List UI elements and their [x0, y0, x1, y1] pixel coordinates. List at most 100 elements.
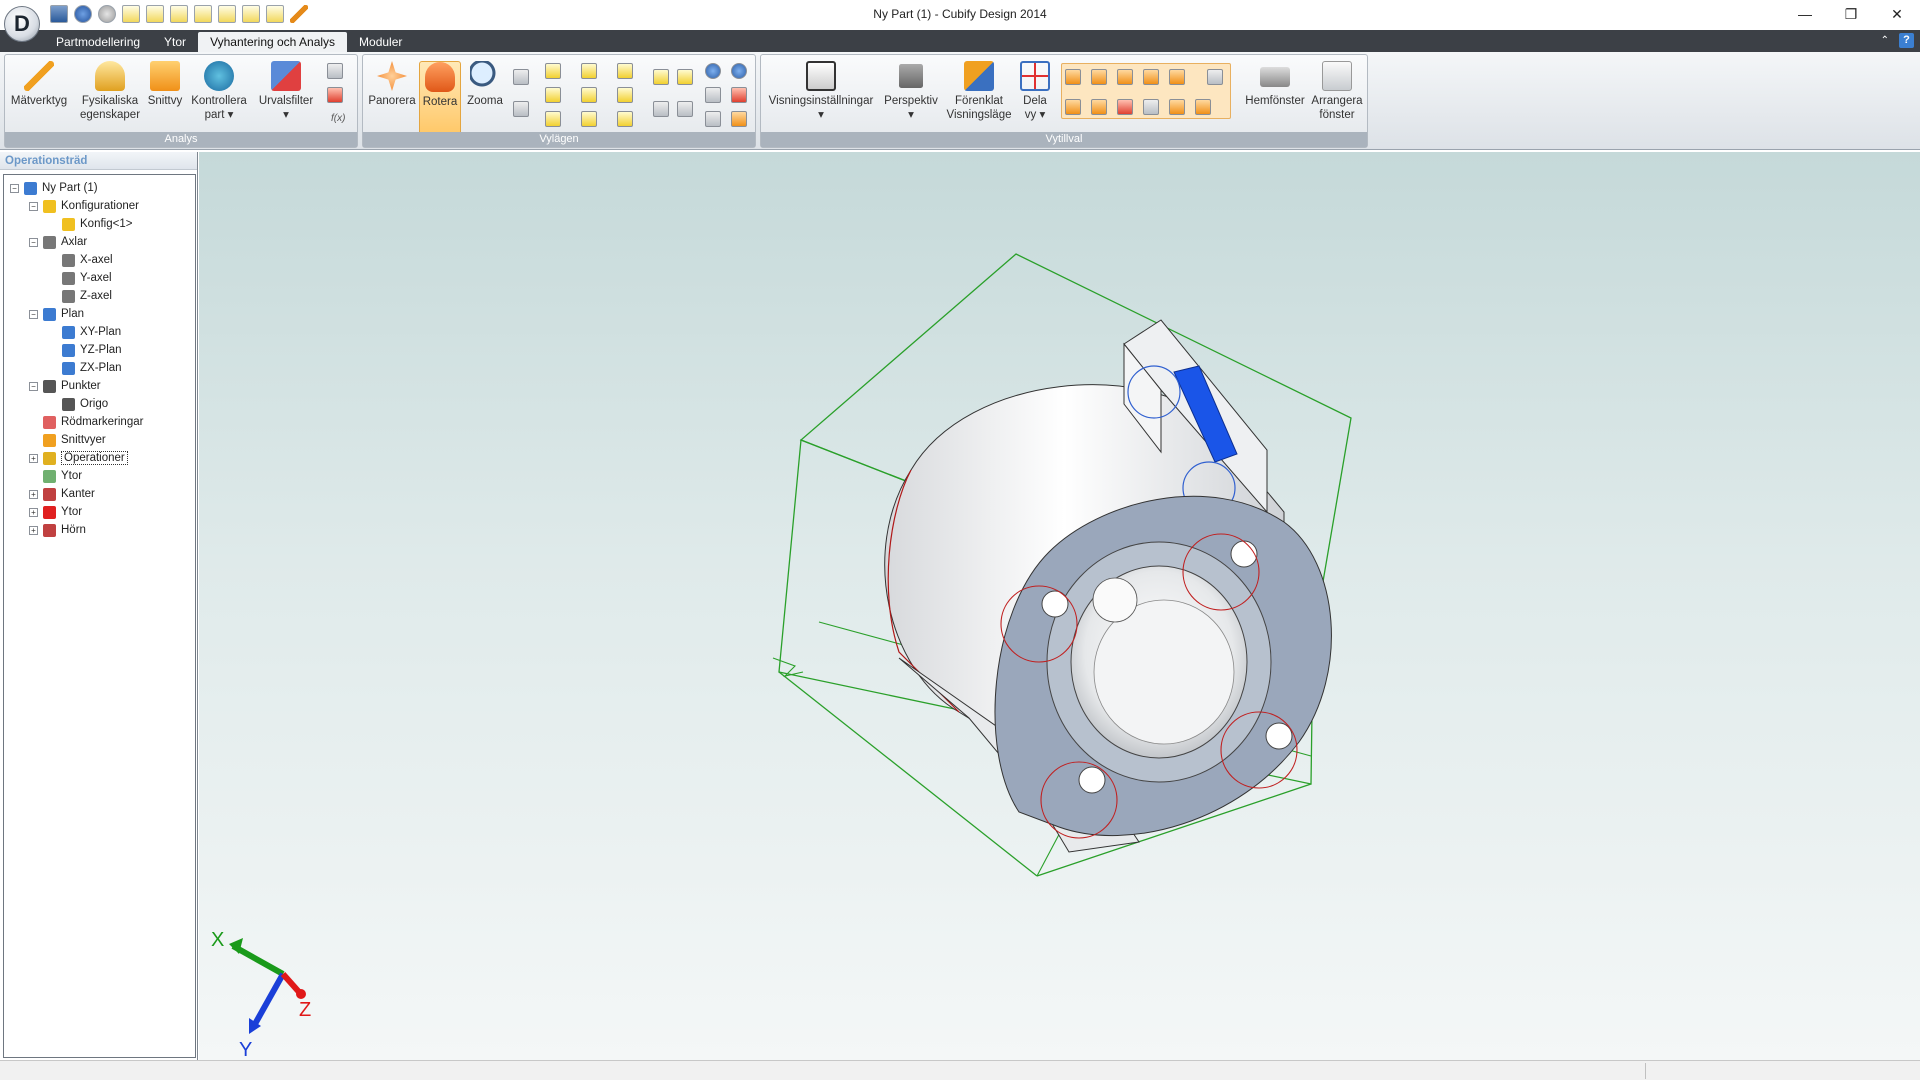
minimize-button[interactable]: — — [1782, 0, 1828, 28]
tree-expander-icon[interactable]: − — [29, 237, 38, 247]
tab-partmodellering[interactable]: Partmodellering — [44, 32, 152, 52]
tree-item[interactable]: YZ-Plan — [48, 341, 122, 359]
perspektiv-button[interactable]: Perspektiv ▾ — [881, 61, 941, 122]
fx-label[interactable]: f(x) — [331, 113, 345, 124]
dela-vy-button[interactable]: Dela vy ▾ — [1017, 61, 1053, 122]
tree-item[interactable]: Origo — [48, 395, 108, 413]
toggle-10-icon[interactable] — [1143, 99, 1159, 115]
hemfonster-button[interactable]: Hemfönster — [1241, 61, 1309, 108]
arrangera-fonster-button[interactable]: Arrangera fönster — [1309, 61, 1365, 122]
part-body[interactable] — [884, 319, 1332, 853]
toggle-9-icon[interactable] — [1117, 99, 1133, 115]
view-iso2-small-icon[interactable] — [581, 111, 597, 127]
matverktyg-button[interactable]: Mätverktyg — [9, 61, 69, 108]
copy-small-icon[interactable] — [327, 63, 343, 79]
tree-expander-icon[interactable]: − — [29, 309, 38, 319]
tree-item[interactable]: − Konfigurationer — [29, 197, 139, 215]
toggle-12-icon[interactable] — [1195, 99, 1211, 115]
app-logo-button[interactable]: D — [4, 6, 40, 42]
panorera-button[interactable]: Panorera — [367, 61, 417, 108]
tree-expander-icon[interactable]: + — [29, 507, 38, 517]
look-at-icon[interactable] — [705, 63, 721, 79]
tree-item[interactable]: − Ny Part (1) — [10, 179, 98, 197]
forenklat-visningslage-button[interactable]: Förenklat Visningsläge — [943, 61, 1015, 122]
zoom-window-icon[interactable] — [513, 69, 529, 85]
tree-expander-icon[interactable]: + — [29, 525, 38, 535]
tab-moduler[interactable]: Moduler — [347, 32, 414, 52]
toggle-6-icon[interactable] — [1207, 69, 1223, 85]
delete-view-icon[interactable] — [731, 87, 747, 103]
zooma-button[interactable]: Zooma — [463, 61, 507, 108]
view-left-small-icon[interactable] — [617, 63, 633, 79]
tree-item[interactable]: + Operationer — [29, 449, 128, 467]
tree-item[interactable]: − Axlar — [29, 233, 87, 251]
tree-item[interactable]: Rödmarkeringar — [29, 413, 143, 431]
light-icon[interactable] — [731, 111, 747, 127]
toggle-2-icon[interactable] — [1091, 69, 1107, 85]
tree-item[interactable]: ZX-Plan — [48, 359, 122, 377]
tree-expander-icon[interactable]: − — [29, 381, 38, 391]
tree-item[interactable]: Z-axel — [48, 287, 112, 305]
tab-vyhantering[interactable]: Vyhantering och Analys — [198, 32, 348, 52]
toggle-8-icon[interactable] — [1091, 99, 1107, 115]
collapse-ribbon-icon[interactable]: ⌃ — [1881, 35, 1889, 46]
tree-item[interactable]: + Kanter — [29, 485, 95, 503]
tree-item[interactable]: Snittvyer — [29, 431, 106, 449]
view-bottom-small-icon[interactable] — [617, 87, 633, 103]
split-view-icon — [1020, 61, 1050, 91]
zoom-icon — [470, 61, 500, 91]
tree-item[interactable]: + Hörn — [29, 521, 86, 539]
tree-expander-icon[interactable]: + — [29, 453, 38, 463]
tree-item-label: ZX-Plan — [80, 362, 122, 374]
tree-item-label: Operationer — [61, 451, 128, 465]
tree-item[interactable]: XY-Plan — [48, 323, 121, 341]
toggle-1-icon[interactable] — [1065, 69, 1081, 85]
toggle-7-icon[interactable] — [1065, 99, 1081, 115]
view-back-small-icon[interactable] — [581, 63, 597, 79]
zoom-fit-icon[interactable] — [513, 101, 529, 117]
rotera-button[interactable]: Rotera — [419, 61, 461, 137]
next-view-icon[interactable] — [677, 101, 693, 117]
tree-item[interactable]: + Ytor — [29, 503, 82, 521]
tree-item[interactable]: − Punkter — [29, 377, 101, 395]
restore-button[interactable]: ❐ — [1828, 0, 1874, 28]
close-button[interactable]: ✕ — [1874, 0, 1920, 28]
tree-item[interactable]: X-axel — [48, 251, 113, 269]
group-vylagen-label: Vylägen — [363, 132, 755, 147]
tree-item[interactable]: Ytor — [29, 467, 82, 485]
urvalsfilter-button[interactable]: Urvalsfilter ▾ — [253, 61, 319, 122]
view-front-small-icon[interactable] — [545, 63, 561, 79]
help-icon[interactable]: ? — [1899, 33, 1914, 48]
visningsinstallningar-button[interactable]: Visningsinställningar ▾ — [765, 61, 877, 122]
view-iso3-small-icon[interactable] — [617, 111, 633, 127]
triad-z-label: Z — [299, 999, 311, 1021]
toggle-3-icon[interactable] — [1117, 69, 1133, 85]
orient-left-icon[interactable] — [653, 69, 669, 85]
ruler-icon — [24, 61, 54, 91]
hide-icon[interactable] — [705, 87, 721, 103]
model-canvas[interactable]: X Y Z — [199, 152, 1920, 1060]
tree-item[interactable]: − Plan — [29, 305, 84, 323]
eye-icon[interactable] — [731, 63, 747, 79]
toggle-5-icon[interactable] — [1169, 69, 1185, 85]
fysikaliska-button[interactable]: Fysikaliska egenskaper — [75, 61, 145, 122]
tree-item[interactable]: Y-axel — [48, 269, 112, 287]
tree-expander-icon[interactable]: − — [10, 183, 19, 193]
previous-view-icon[interactable] — [653, 101, 669, 117]
tree-item[interactable]: Konfig<1> — [48, 215, 132, 233]
3d-viewport[interactable]: X Y Z — [199, 152, 1920, 1060]
check-part-icon — [204, 61, 234, 91]
kontrollera-part-button[interactable]: Kontrollera part ▾ — [187, 61, 251, 122]
view-iso1-small-icon[interactable] — [545, 111, 561, 127]
view-top-small-icon[interactable] — [581, 87, 597, 103]
tree-expander-icon[interactable]: − — [29, 201, 38, 211]
curve-small-icon[interactable] — [327, 87, 343, 103]
orient-right-icon[interactable] — [677, 69, 693, 85]
toggle-11-icon[interactable] — [1169, 99, 1185, 115]
snittvy-button[interactable]: Snittvy — [143, 61, 187, 108]
tab-ytor[interactable]: Ytor — [152, 32, 198, 52]
tree-expander-icon[interactable]: + — [29, 489, 38, 499]
toggle-4-icon[interactable] — [1143, 69, 1159, 85]
view-right-small-icon[interactable] — [545, 87, 561, 103]
link-icon[interactable] — [705, 111, 721, 127]
